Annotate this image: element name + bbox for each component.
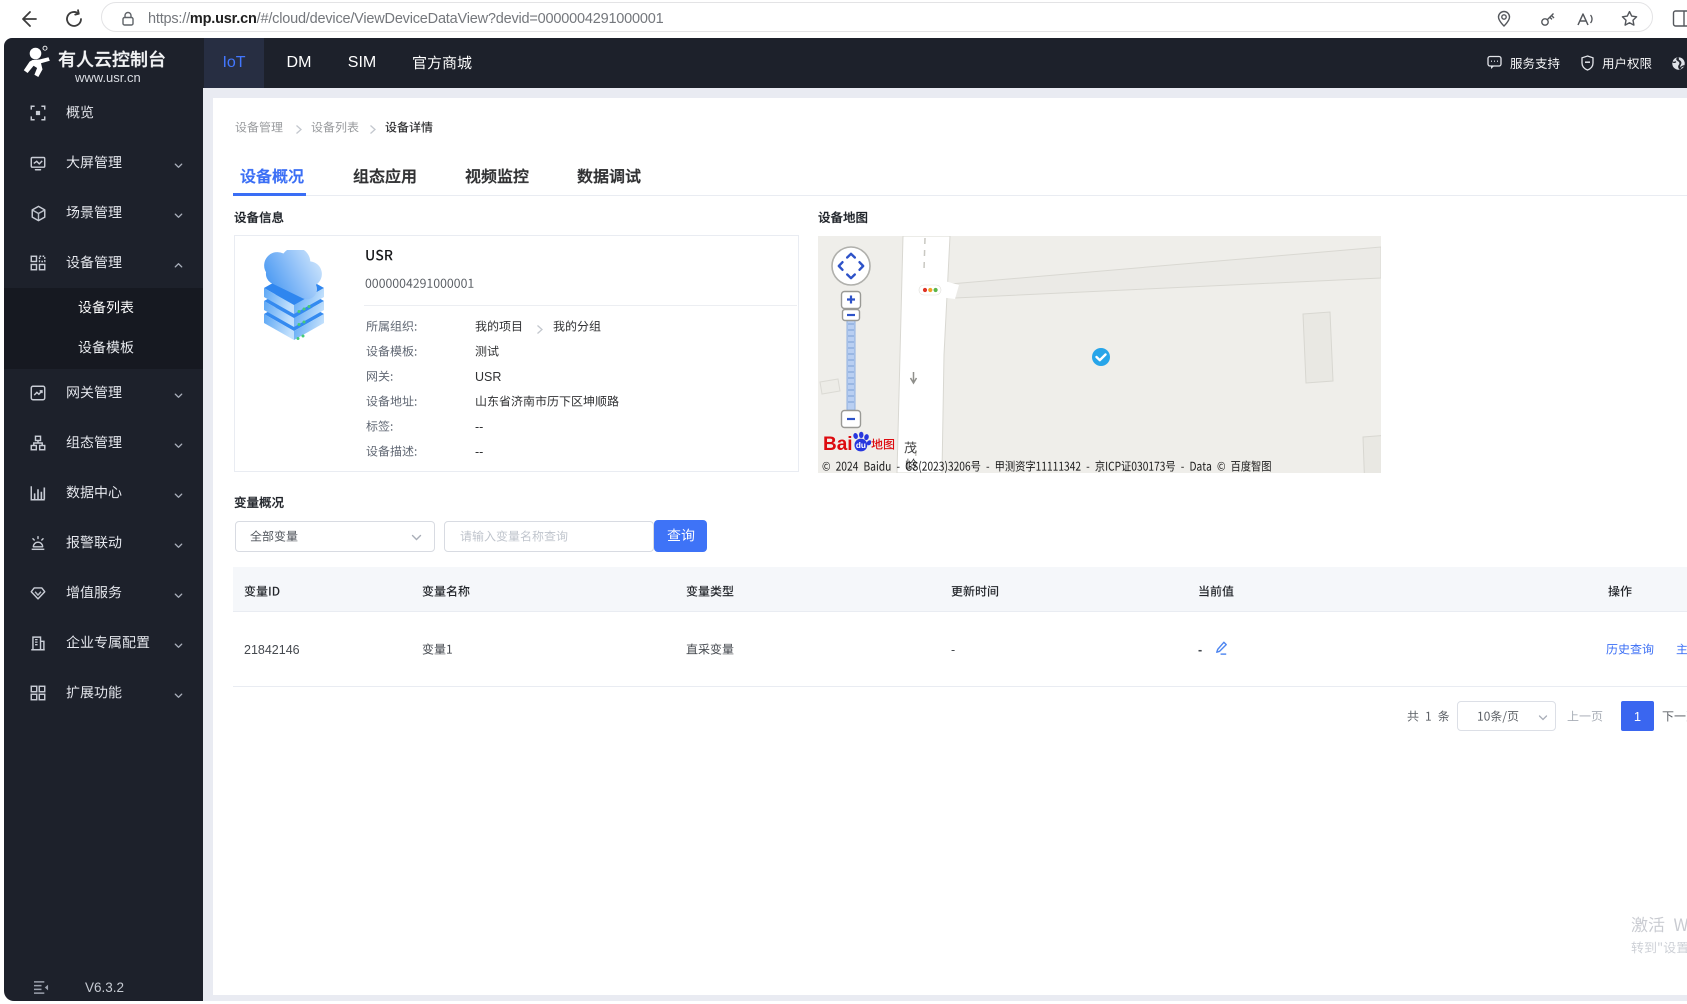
svg-text:du: du bbox=[856, 441, 866, 450]
